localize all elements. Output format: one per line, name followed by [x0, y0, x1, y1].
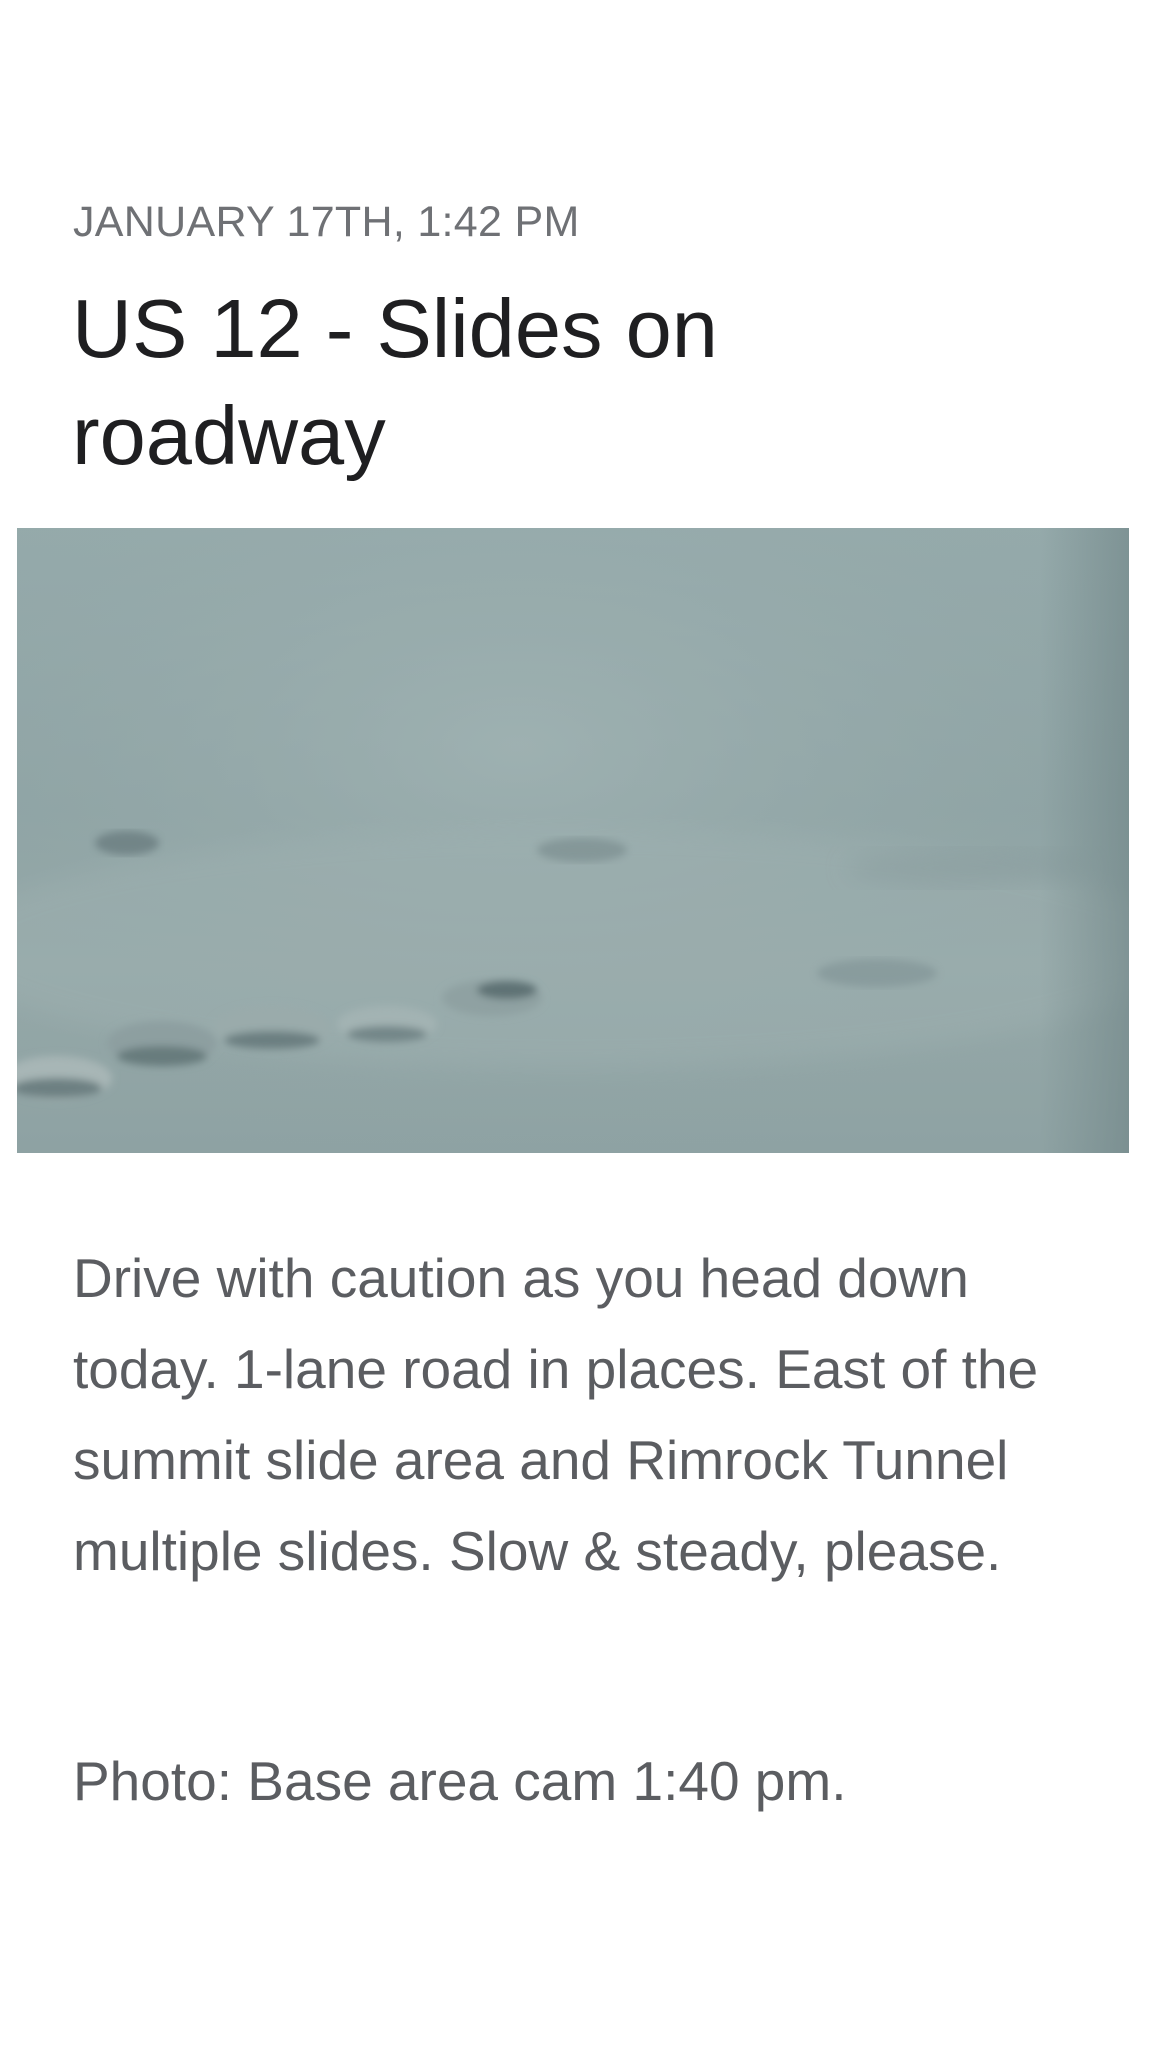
post-title: US 12 - Slides on roadway: [72, 282, 718, 482]
snowy-roadway-photo[interactable]: [17, 528, 1129, 1153]
news-post: JANUARY 17TH, 1:42 PM US 12 - Slides on …: [0, 0, 1152, 2048]
post-date: JANUARY 17TH, 1:42 PM: [73, 198, 580, 246]
post-body: Drive with caution as you head down toda…: [73, 1247, 1039, 1582]
photo-caption: Photo: Base area cam 1:40 pm.: [73, 1750, 847, 1812]
photo-illustration: [17, 528, 1129, 1153]
